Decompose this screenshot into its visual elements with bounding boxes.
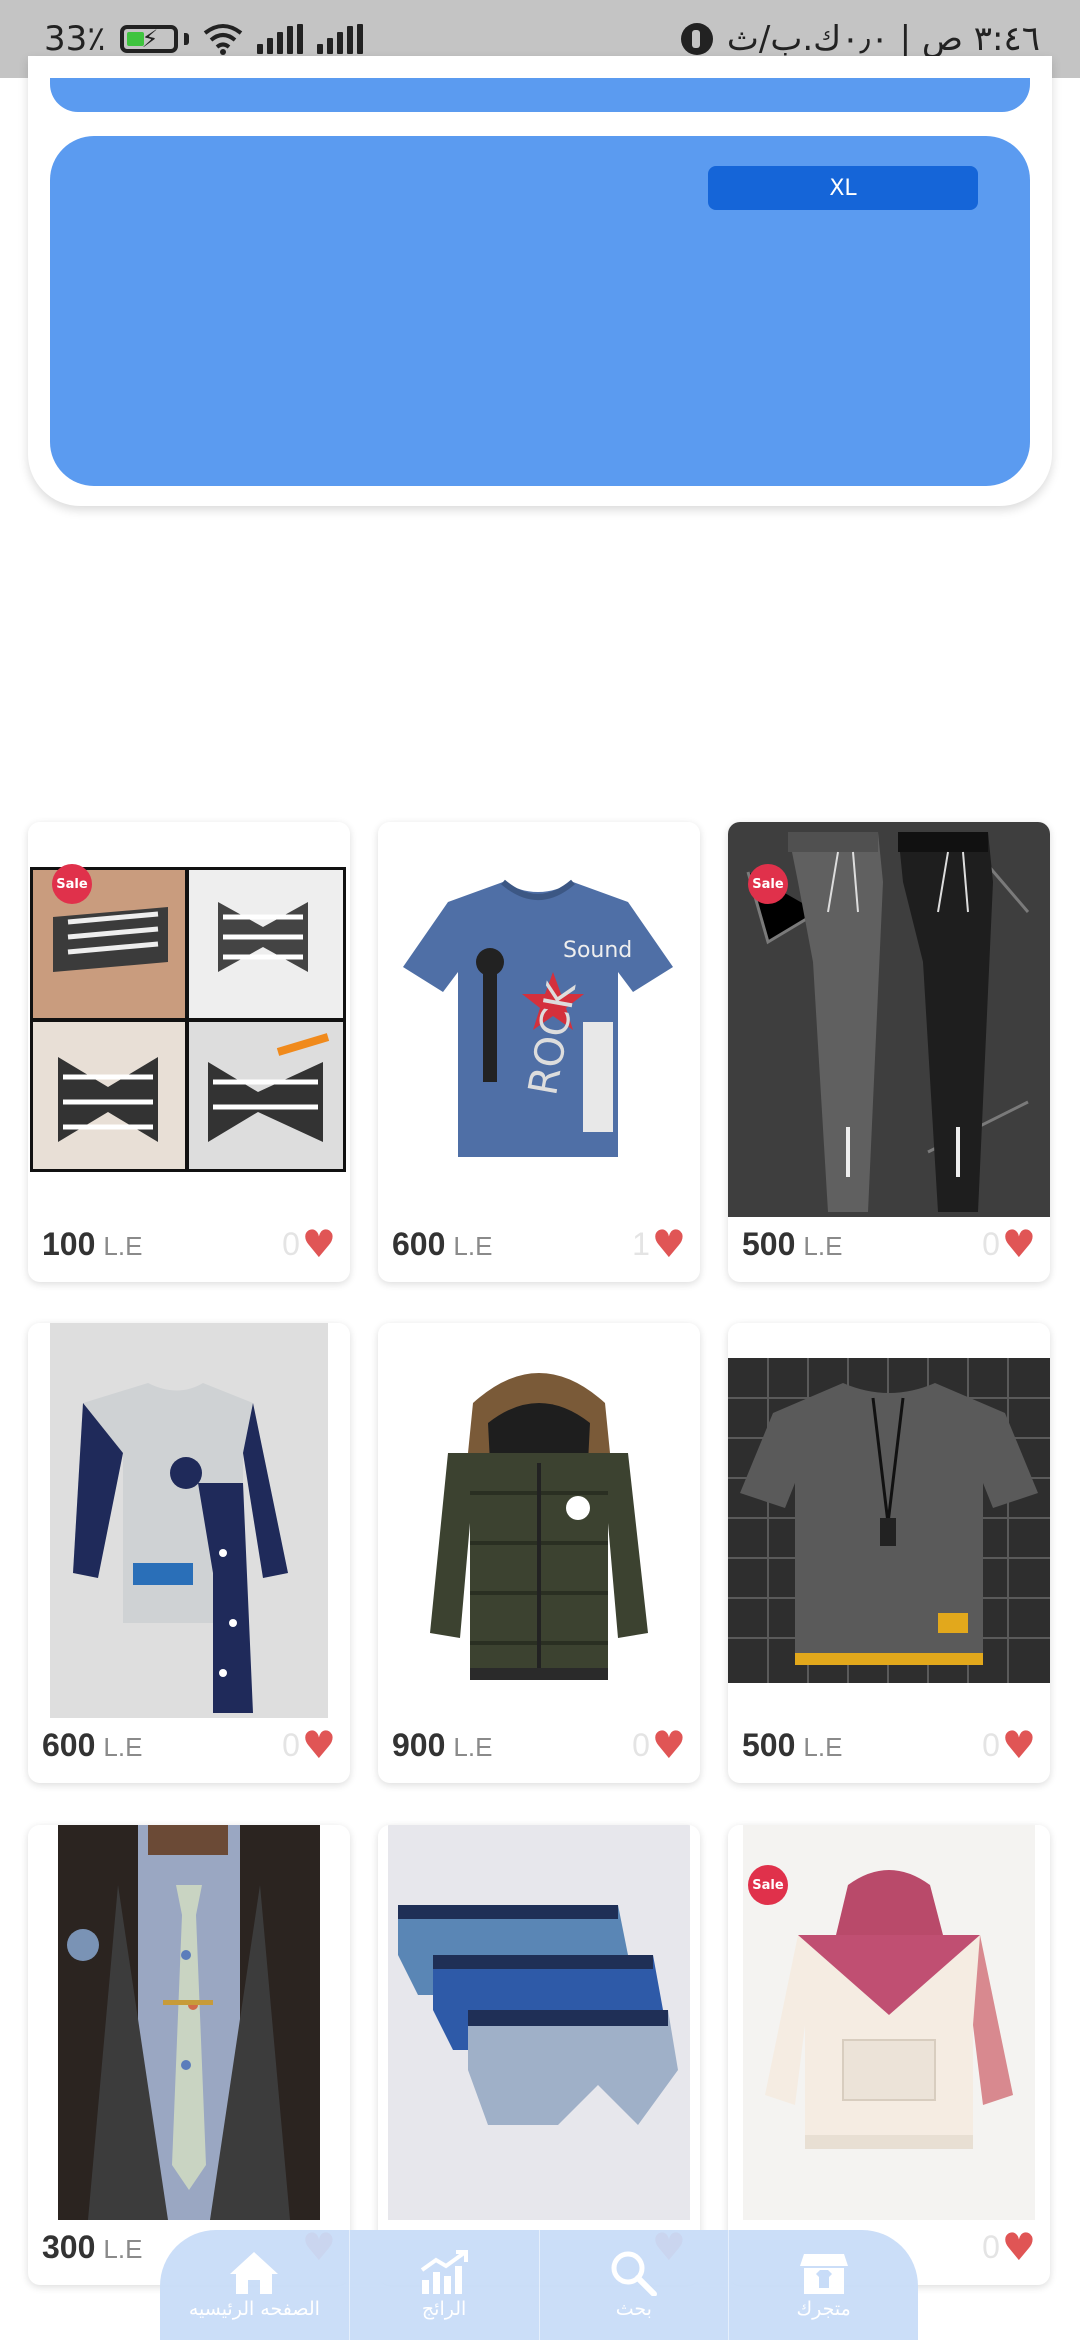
- like-count: 0: [632, 1726, 650, 1763]
- like-button[interactable]: 0 ♥: [282, 1225, 336, 1263]
- nav-trending[interactable]: الرائج: [350, 2230, 540, 2340]
- price-value: 500: [742, 1726, 796, 1763]
- currency-label: L.E: [453, 1731, 493, 1762]
- nav-store[interactable]: متجرك: [729, 2230, 918, 2340]
- price-row: 500 L.E 0 ♥: [742, 1222, 1036, 1266]
- sale-badge: Sale: [52, 864, 92, 904]
- like-count: 0: [982, 1225, 1000, 1262]
- price-value: 100: [42, 1225, 96, 1262]
- like-count: 1: [632, 1225, 650, 1262]
- product-card[interactable]: Sale 100 L.E 0 ♥: [28, 822, 350, 1282]
- price: 900 L.E: [392, 1727, 492, 1764]
- heart-icon: ♥: [651, 1222, 686, 1266]
- price-row: 500 L.E 0 ♥: [742, 1723, 1036, 1767]
- product-image[interactable]: [28, 1825, 350, 2220]
- price: 500 L.E: [742, 1226, 842, 1263]
- like-count: 0: [282, 1726, 300, 1763]
- size-panel: XL: [50, 136, 1030, 486]
- heart-icon: ♥: [651, 1723, 686, 1767]
- price-value: 600: [42, 1726, 96, 1763]
- nav-store-label: متجرك: [796, 2298, 851, 2320]
- signal-icon: [256, 24, 303, 54]
- price-value: 300: [42, 2228, 96, 2265]
- like-count: 0: [982, 1726, 1000, 1763]
- product-card[interactable]: 900 L.E 0 ♥: [378, 1323, 700, 1783]
- wifi-icon: [203, 24, 242, 55]
- price-value: 900: [392, 1726, 446, 1763]
- trending-chart-icon: [420, 2250, 469, 2294]
- price-value: 500: [742, 1225, 796, 1262]
- price-row: 100 L.E 0 ♥: [42, 1222, 336, 1266]
- product-card[interactable]: 300L.E♥: [28, 1825, 350, 2285]
- heart-icon: ♥: [1001, 1723, 1036, 1767]
- currency-label: L.E: [103, 1230, 143, 1261]
- price-value: 600: [392, 1225, 446, 1262]
- product-card[interactable]: ROCK Sound 600 L.E 1 ♥: [378, 822, 700, 1282]
- product-image[interactable]: [378, 1825, 700, 2220]
- sale-badge: Sale: [748, 864, 788, 904]
- heart-icon: ♥: [301, 1723, 336, 1767]
- price: 600 L.E: [392, 1226, 492, 1263]
- like-count: 0: [282, 1225, 300, 1262]
- price: 300 L.E: [42, 2229, 142, 2266]
- nav-home-label: الصفحه الرئيسيه: [188, 2298, 320, 2320]
- currency-label: L.E: [803, 1731, 843, 1762]
- product-card[interactable]: 600 L.E 0 ♥: [28, 1323, 350, 1783]
- battery-icon: ⚡: [119, 25, 189, 53]
- like-button[interactable]: 0 ♥: [982, 2228, 1036, 2266]
- product-image[interactable]: ROCK Sound: [378, 822, 700, 1217]
- price: 600 L.E: [42, 1727, 142, 1764]
- nav-search[interactable]: بحث: [540, 2230, 730, 2340]
- bottom-nav: الصفحه الرئيسيه الرائج بحث متجرك: [160, 2230, 918, 2340]
- like-button[interactable]: 0 ♥: [982, 1225, 1036, 1263]
- price: 100 L.E: [42, 1226, 142, 1263]
- currency-label: L.E: [803, 1230, 843, 1261]
- like-button[interactable]: 1 ♥: [632, 1225, 686, 1263]
- currency-label: L.E: [453, 1230, 493, 1261]
- currency-label: L.E: [103, 2233, 143, 2264]
- svg-text:Sound: Sound: [563, 938, 632, 963]
- like-button[interactable]: 0 ♥: [632, 1726, 686, 1764]
- recording-icon: [680, 23, 713, 55]
- battery-percent: 33٪: [44, 19, 106, 59]
- signal-icon-2: [316, 24, 363, 54]
- product-image[interactable]: [28, 1323, 350, 1718]
- heart-icon: ♥: [301, 1222, 336, 1266]
- sale-badge: Sale: [748, 1865, 788, 1905]
- like-button[interactable]: 0 ♥: [982, 1726, 1036, 1764]
- nav-search-label: بحث: [615, 2298, 652, 2320]
- like-count: 0: [982, 2228, 1000, 2265]
- currency-label: L.E: [103, 1731, 143, 1762]
- product-image[interactable]: [378, 1323, 700, 1718]
- product-image[interactable]: [728, 1323, 1050, 1718]
- heart-icon: ♥: [1001, 2225, 1036, 2269]
- nav-home[interactable]: الصفحه الرئيسيه: [160, 2230, 350, 2340]
- price: 500 L.E: [742, 1727, 842, 1764]
- like-button[interactable]: 0 ♥: [282, 1726, 336, 1764]
- status-time: ٣:٤٦ ص | ٠٫٠ك.ب/ث: [726, 19, 1040, 59]
- search-icon: [611, 2251, 657, 2296]
- product-card[interactable]: 500 L.E 0 ♥: [728, 1323, 1050, 1783]
- size-tag[interactable]: XL: [708, 166, 978, 210]
- price-row: 600 L.E 0 ♥: [42, 1723, 336, 1767]
- home-icon: [230, 2252, 279, 2294]
- store-icon: [799, 2254, 848, 2294]
- heart-icon: ♥: [1001, 1222, 1036, 1266]
- price-row: 900 L.E 0 ♥: [392, 1723, 686, 1767]
- product-card[interactable]: ♥: [378, 1825, 700, 2285]
- price-row: 600 L.E 1 ♥: [392, 1222, 686, 1266]
- blue-strip: [50, 78, 1030, 112]
- product-card[interactable]: Sale 500 L.E 0 ♥: [728, 822, 1050, 1282]
- nav-trending-label: الرائج: [421, 2298, 467, 2320]
- product-card[interactable]: Sale 0 ♥: [728, 1825, 1050, 2285]
